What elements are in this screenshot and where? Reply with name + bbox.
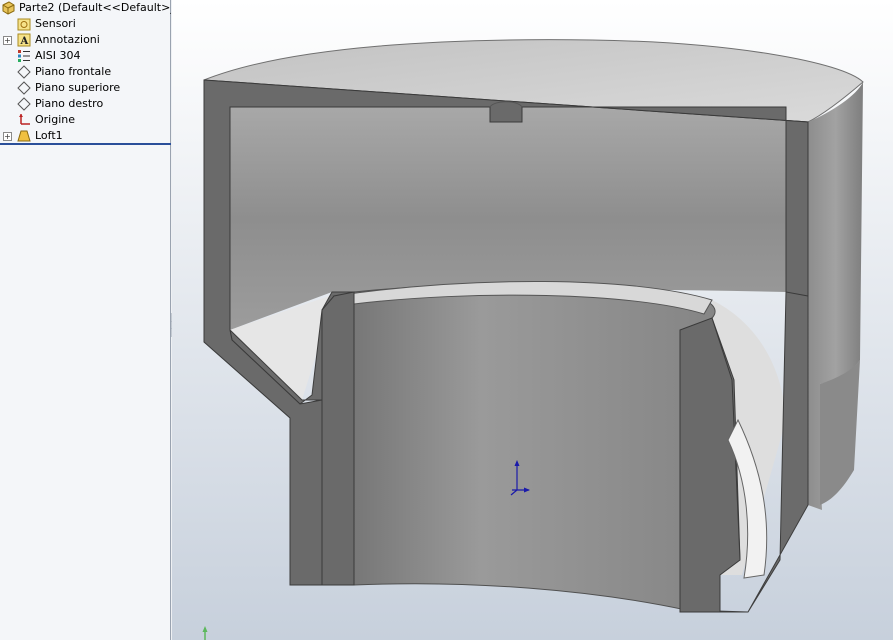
tree-item-label: Piano superiore	[35, 81, 121, 94]
tree-item-label: Annotazioni	[35, 33, 100, 46]
model-view[interactable]	[172, 0, 893, 640]
tube-cut-left	[321, 291, 355, 586]
tree-item-loft1[interactable]: + Loft1	[0, 128, 171, 144]
feature-manager-tree: Parte2 (Default<<Default>_Stato Sensori …	[0, 0, 171, 640]
sensors-folder-icon	[17, 17, 31, 31]
plane-icon	[17, 97, 31, 111]
tree-item-part-root[interactable]: Parte2 (Default<<Default>_Stato	[0, 0, 171, 16]
plane-icon	[17, 65, 31, 79]
tree-item-label: Origine	[35, 113, 76, 126]
expand-icon[interactable]: +	[3, 36, 12, 45]
tree-item-label: Piano destro	[35, 97, 104, 110]
graphics-viewport[interactable]	[172, 0, 893, 640]
tree-item-label: Loft1	[35, 129, 63, 142]
part-icon	[1, 1, 15, 15]
material-icon	[17, 49, 31, 63]
tree-item-label: Piano frontale	[35, 65, 112, 78]
loft-feature-icon	[17, 129, 31, 143]
inner-cylinder-surface	[353, 282, 716, 611]
part-root-label: Parte2 (Default<<Default>_Stato	[19, 1, 171, 14]
rollback-bar[interactable]	[0, 143, 171, 145]
origin-icon	[17, 113, 31, 127]
plane-icon	[17, 81, 31, 95]
tree-item-annotazioni[interactable]: + A Annotazioni	[0, 32, 171, 48]
tree-item-piano-destro[interactable]: Piano destro	[0, 96, 171, 112]
tree-item-origine[interactable]: Origine	[0, 112, 171, 128]
expand-icon[interactable]: +	[3, 132, 12, 141]
svg-text:A: A	[20, 36, 29, 47]
tree-item-sensori[interactable]: Sensori	[0, 16, 171, 32]
tree-item-label: Sensori	[35, 17, 76, 30]
tree-item-label: AISI 304	[35, 49, 81, 62]
tree-item-piano-frontale[interactable]: Piano frontale	[0, 64, 171, 80]
tree-item-material[interactable]: AISI 304	[0, 48, 171, 64]
tree-item-piano-superiore[interactable]: Piano superiore	[0, 80, 171, 96]
annotations-icon: A	[17, 33, 31, 47]
